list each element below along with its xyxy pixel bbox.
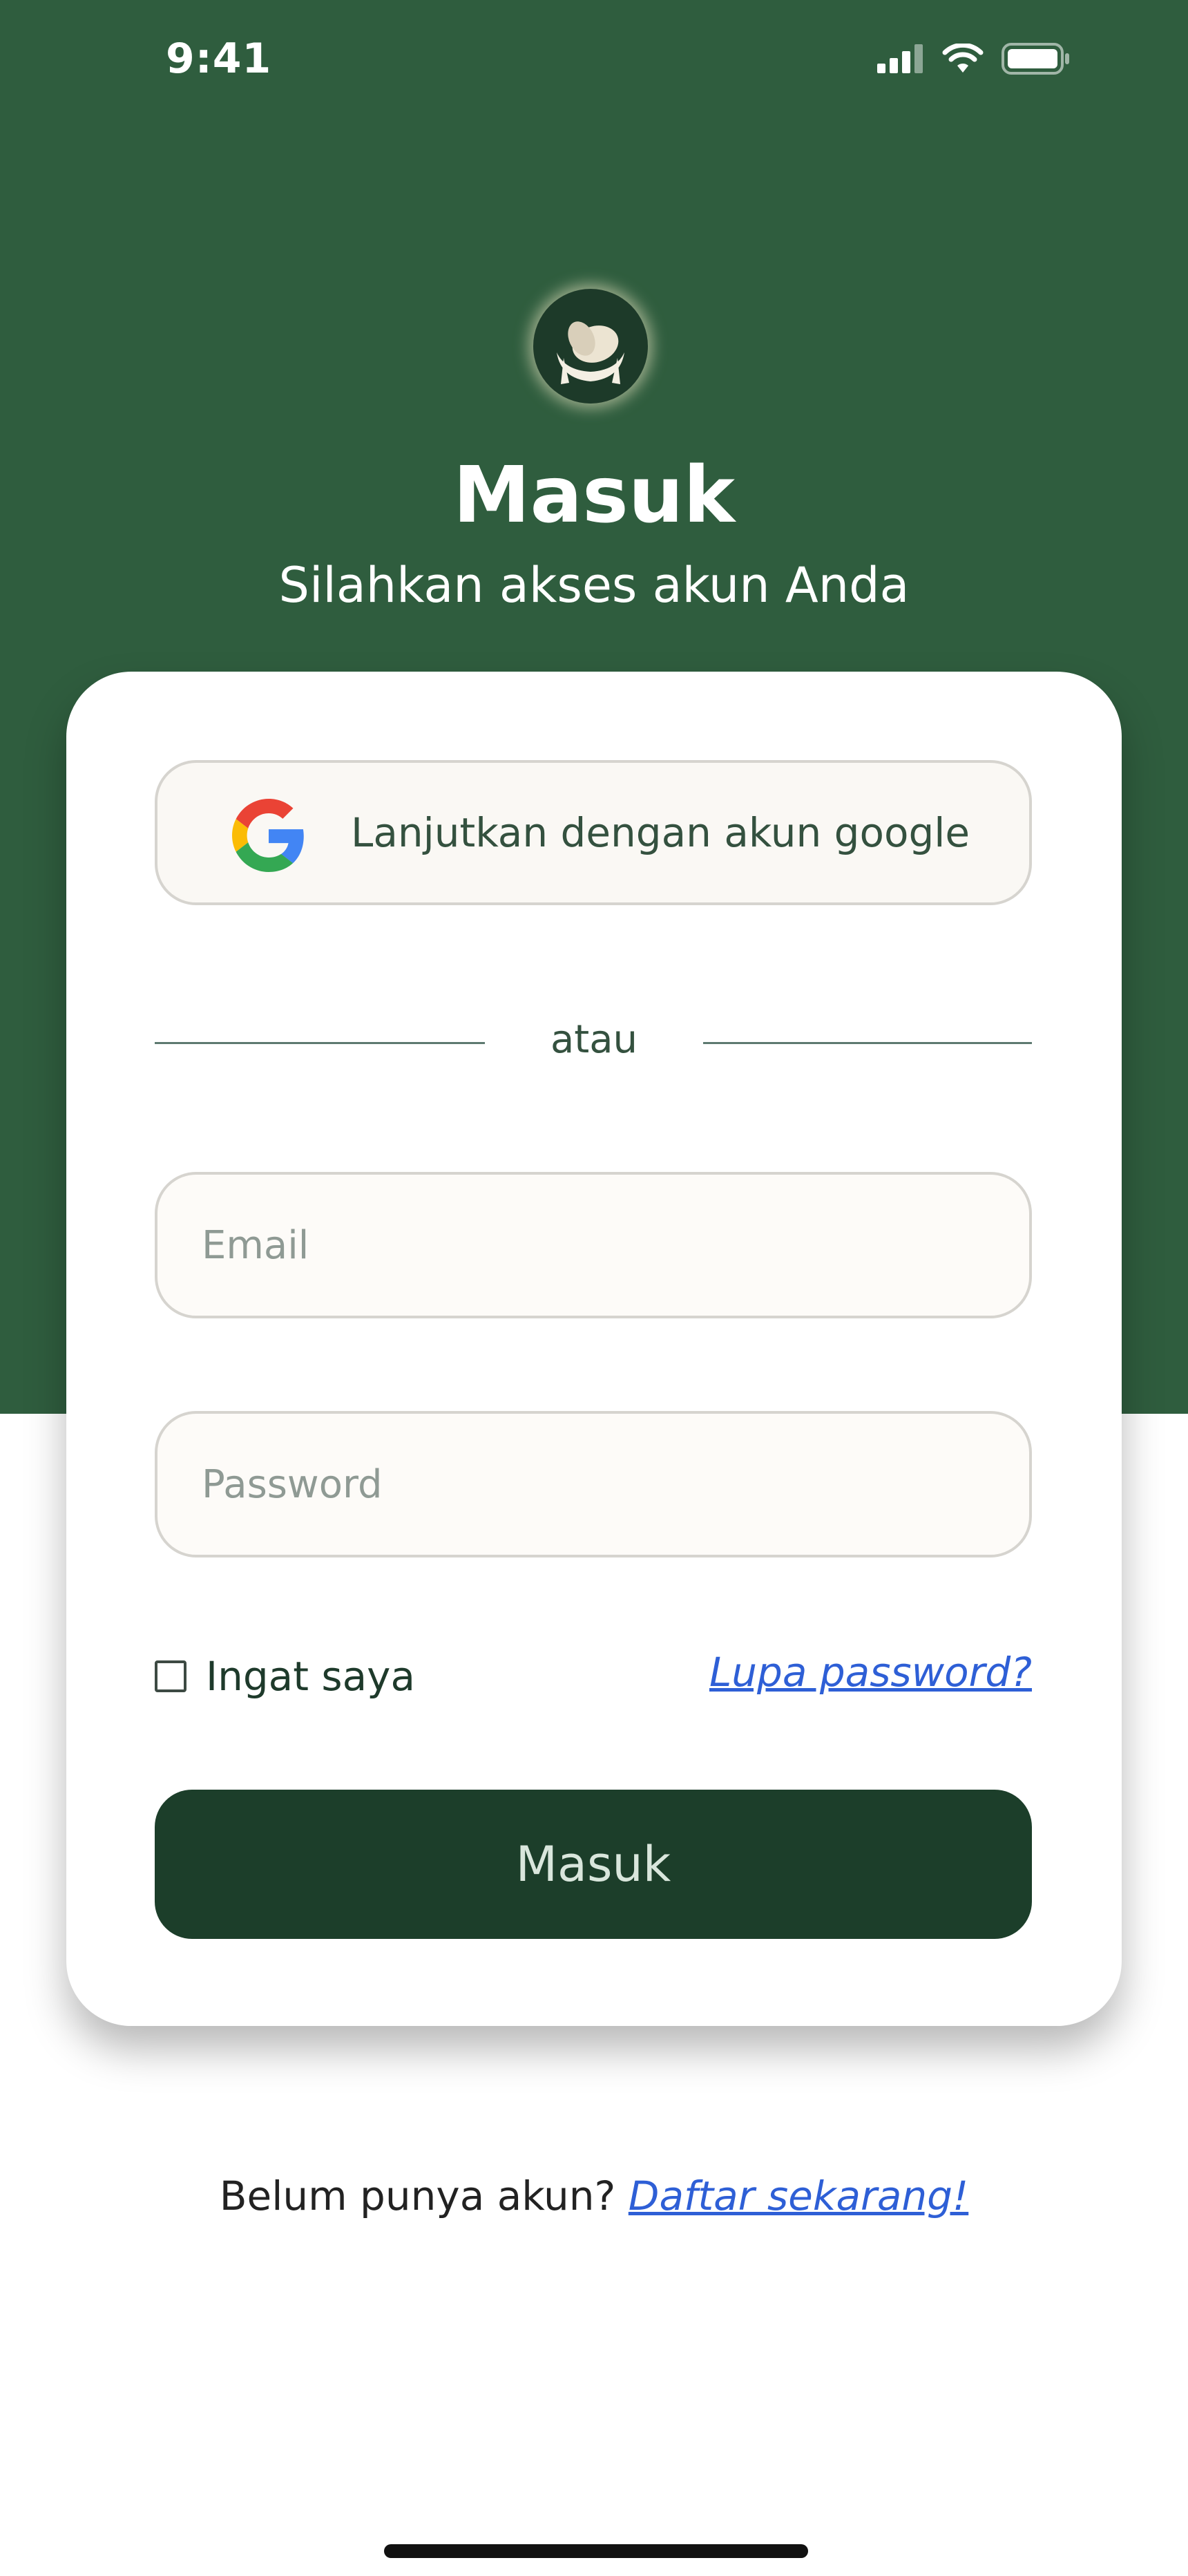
google-button-label: Lanjutkan dengan akun google [351, 809, 970, 856]
google-icon [232, 799, 305, 872]
signup-row: Belum punya akun? Daftar sekarang! [0, 2172, 1188, 2219]
signup-prompt: Belum punya akun? [219, 2172, 629, 2219]
google-login-button[interactable]: Lanjutkan dengan akun google [155, 760, 1032, 905]
logo-hands-heart-icon [533, 289, 648, 404]
login-button[interactable]: Masuk [155, 1790, 1032, 1939]
divider-line-left [155, 1042, 485, 1044]
divider-line-right [703, 1042, 1032, 1044]
login-card: Lanjutkan dengan akun google atau Ingat … [66, 672, 1122, 2026]
remember-me-toggle[interactable]: Ingat saya [155, 1653, 415, 1700]
home-indicator [384, 2544, 808, 2558]
email-field[interactable] [155, 1172, 1032, 1318]
forgot-password-link[interactable]: Lupa password? [709, 1649, 1032, 1696]
wifi-icon [942, 42, 984, 77]
password-field[interactable] [155, 1411, 1032, 1557]
battery-icon [1002, 43, 1071, 77]
signup-link[interactable]: Daftar sekarang! [629, 2172, 968, 2219]
divider-text: atau [550, 1017, 638, 1062]
signal-icon [877, 44, 924, 76]
remember-me-label: Ingat saya [206, 1653, 416, 1700]
status-icons [877, 42, 1071, 77]
page-subtitle: Silahkan akses akun Anda [278, 557, 910, 614]
status-time: 9:41 [166, 35, 272, 83]
remember-me-checkbox[interactable] [155, 1660, 186, 1692]
page-title: Masuk [453, 451, 735, 540]
